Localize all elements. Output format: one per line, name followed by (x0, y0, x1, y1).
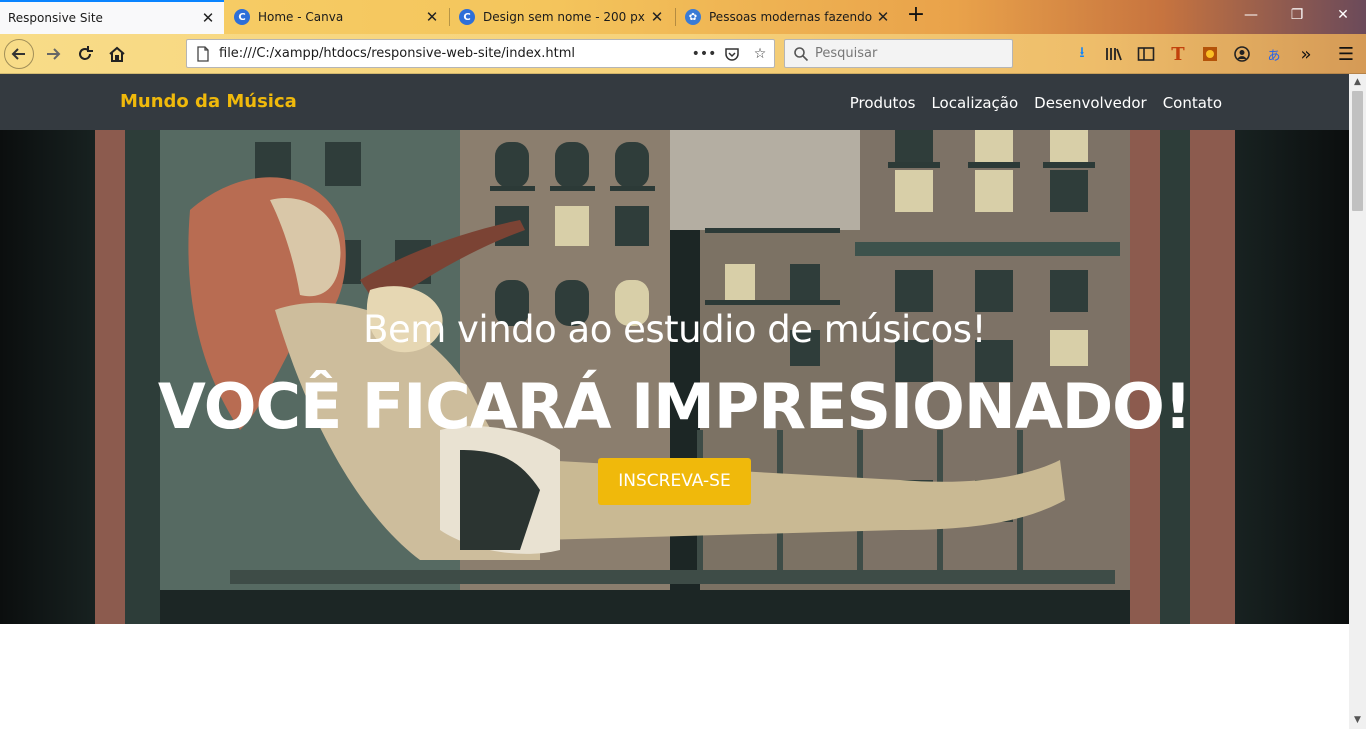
account-icon[interactable] (1230, 42, 1254, 66)
tab-divider (449, 8, 450, 26)
translate-extension-icon[interactable]: T (1166, 42, 1190, 66)
home-icon (109, 46, 125, 62)
reload-icon (79, 46, 93, 60)
close-icon[interactable]: ✕ (200, 10, 216, 26)
hero-content: Bem vindo ao estudio de músicos! VOCÊ FI… (0, 130, 1349, 624)
pocket-icon[interactable] (718, 41, 746, 67)
address-bar[interactable]: file:///C:/xampp/htdocs/responsive-web-s… (186, 39, 775, 68)
url-text[interactable]: file:///C:/xampp/htdocs/responsive-web-s… (219, 46, 690, 61)
back-button[interactable] (4, 39, 34, 69)
tab-divider (675, 8, 676, 26)
menu-item-desenvolvedor[interactable]: Desenvolvedor (1034, 94, 1147, 112)
tab-title: Home - Canva (258, 10, 344, 24)
close-icon[interactable]: ✕ (875, 9, 891, 25)
tab-title: Design sem nome - 200 px × 20 (483, 10, 649, 24)
new-tab-button[interactable]: + (904, 4, 928, 28)
arrow-left-icon (11, 48, 25, 60)
page-viewport: Mundo da Música Produtos Localização Des… (0, 74, 1349, 729)
menu-item-localizacao[interactable]: Localização (931, 94, 1018, 112)
scroll-down-icon[interactable]: ▼ (1349, 712, 1366, 729)
scroll-thumb[interactable] (1352, 91, 1363, 211)
close-window-button[interactable]: ✕ (1320, 0, 1366, 30)
overflow-menu-icon[interactable]: » (1294, 42, 1318, 66)
tab-strip: Responsive Site ✕ C Home - Canva ✕ C Des… (0, 0, 1366, 34)
tab-responsive-site[interactable]: Responsive Site ✕ (0, 0, 224, 34)
language-icon[interactable]: あ (1262, 42, 1286, 66)
library-icon[interactable] (1102, 42, 1126, 66)
search-input[interactable] (815, 46, 1005, 61)
search-bar[interactable] (784, 39, 1013, 68)
hero-subtitle: Bem vindo ao estudio de músicos! (363, 308, 986, 351)
close-icon[interactable]: ✕ (649, 9, 665, 25)
browser-toolbar: file:///C:/xampp/htdocs/responsive-web-s… (0, 34, 1366, 74)
more-actions-icon[interactable]: ••• (690, 41, 718, 67)
page-scrollbar[interactable]: ▲ ▼ (1349, 74, 1366, 729)
tab-home-canva[interactable]: C Home - Canva ✕ (226, 0, 448, 34)
canva-icon: C (234, 9, 250, 25)
hamburger-menu-icon[interactable]: ☰ (1334, 42, 1358, 66)
tab-title: Responsive Site (8, 11, 103, 25)
scroll-up-icon[interactable]: ▲ (1349, 74, 1366, 91)
site-menu: Produtos Localização Desenvolvedor Conta… (850, 94, 1222, 112)
arrow-right-icon (47, 48, 61, 60)
search-icon (794, 46, 809, 61)
tab-title: Pessoas modernas fazendo ativ (709, 10, 875, 24)
forward-button[interactable] (39, 40, 67, 68)
tab-pessoas-modernas[interactable]: ✿ Pessoas modernas fazendo ativ ✕ (677, 0, 899, 34)
hero-section: Bem vindo ao estudio de músicos! VOCÊ FI… (0, 130, 1349, 624)
reload-button[interactable] (71, 40, 99, 68)
hero-title: VOCÊ FICARÁ IMPRESIONADO! (157, 370, 1192, 443)
sidebar-icon[interactable] (1134, 42, 1158, 66)
extension-icon[interactable] (1198, 42, 1222, 66)
restore-button[interactable]: ❐ (1274, 0, 1320, 30)
site-navbar: Mundo da Música Produtos Localização Des… (0, 74, 1349, 130)
freepik-icon: ✿ (685, 9, 701, 25)
close-icon[interactable]: ✕ (424, 9, 440, 25)
bookmark-star-icon[interactable]: ☆ (746, 41, 774, 67)
menu-item-produtos[interactable]: Produtos (850, 94, 916, 112)
canva-icon: C (459, 9, 475, 25)
menu-item-contato[interactable]: Contato (1163, 94, 1222, 112)
page-icon (197, 45, 209, 62)
subscribe-button[interactable]: INSCREVA-SE (598, 458, 751, 505)
home-button[interactable] (103, 40, 131, 68)
site-brand[interactable]: Mundo da Música (120, 91, 297, 112)
download-icon[interactable]: ⭳ (1070, 42, 1094, 66)
tab-design-sem-nome[interactable]: C Design sem nome - 200 px × 20 ✕ (451, 0, 673, 34)
minimize-button[interactable]: — (1228, 0, 1274, 30)
